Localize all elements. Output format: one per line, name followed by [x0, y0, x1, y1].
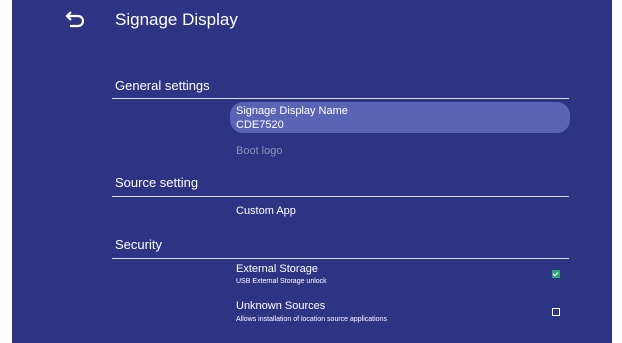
custom-app-item[interactable]: Custom App [230, 201, 570, 223]
boot-logo-item[interactable]: Boot logo [230, 141, 570, 163]
section-source-setting: Source setting [115, 175, 199, 190]
section-general-settings: General settings [115, 78, 210, 93]
signage-display-name-value: CDE7520 [236, 119, 284, 131]
signage-display-name-item[interactable]: Signage Display Name CDE7520 [230, 102, 570, 133]
external-storage-item[interactable]: External Storage USB External Storage un… [230, 260, 570, 290]
divider-general [112, 98, 569, 99]
divider-security [112, 258, 569, 259]
page-title: Signage Display [115, 10, 238, 29]
unknown-sources-checkbox[interactable] [552, 308, 560, 316]
unknown-sources-label: Unknown Sources [236, 300, 326, 312]
external-storage-checkbox[interactable] [552, 270, 560, 278]
signage-display-name-label: Signage Display Name [236, 105, 348, 117]
external-storage-description: USB External Storage unlock [236, 278, 327, 285]
unknown-sources-description: Allows installation of location source a… [236, 316, 387, 323]
section-security: Security [115, 237, 162, 252]
divider-source [112, 196, 569, 197]
custom-app-label: Custom App [236, 205, 296, 217]
unknown-sources-item[interactable]: Unknown Sources Allows installation of l… [230, 297, 570, 327]
back-arrow-icon[interactable] [65, 9, 87, 29]
external-storage-label: External Storage [236, 263, 318, 275]
signage-display-screen: Signage Display General settings Signage… [12, 0, 612, 343]
boot-logo-label: Boot logo [236, 145, 283, 157]
